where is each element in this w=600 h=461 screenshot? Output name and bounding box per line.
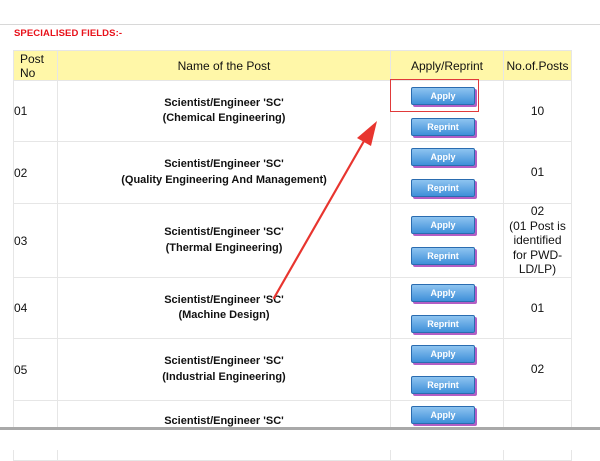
annotation-arrow-icon <box>272 121 377 300</box>
bottom-blank <box>0 430 600 450</box>
